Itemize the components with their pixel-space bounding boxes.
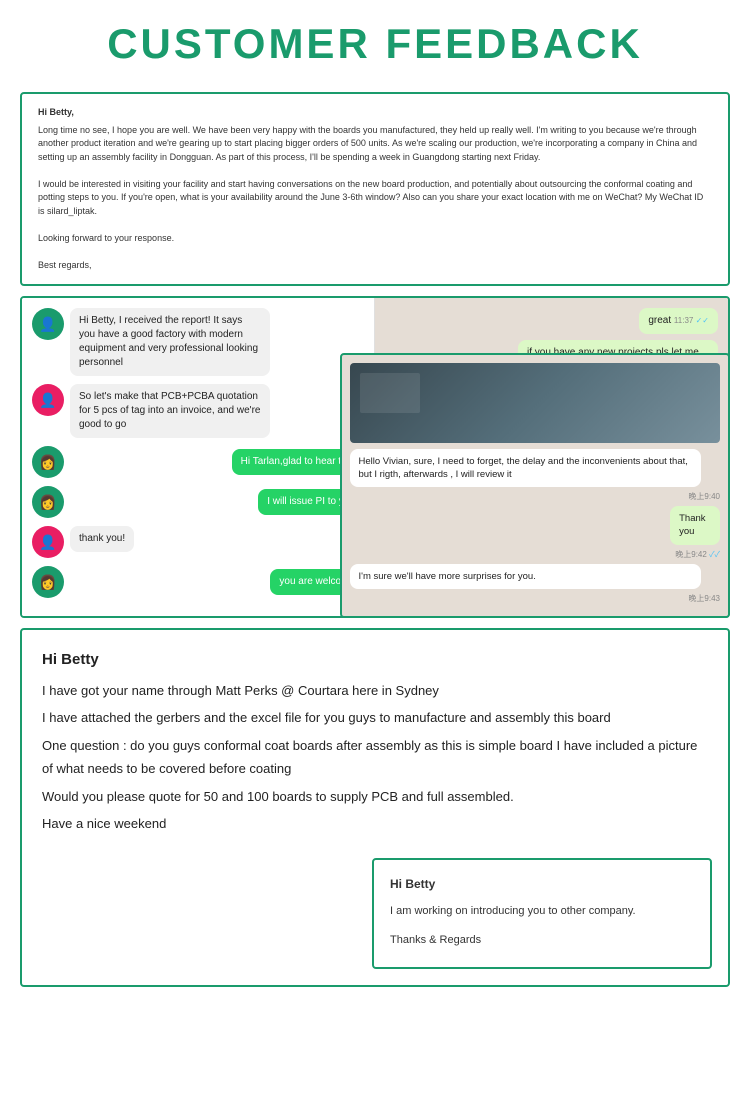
avatar-2: 👤 bbox=[32, 384, 64, 416]
small-card-line3: Thanks & Regards bbox=[390, 931, 694, 950]
vivian-time-2: 晚上9:42 ✓✓ bbox=[675, 549, 720, 560]
avatar-3: 👩 bbox=[32, 446, 64, 478]
email2-line5: Would you please quote for 50 and 100 bo… bbox=[42, 785, 708, 808]
email2-line2: I have got your name through Matt Perks … bbox=[42, 679, 708, 702]
right-sent-1: great 11:37 ✓✓ bbox=[385, 308, 718, 334]
avatar-6: 👩 bbox=[32, 566, 64, 598]
small-card-line2: I am working on introducing you to other… bbox=[390, 902, 694, 921]
vivian-msg-2: I'm sure we'll have more surprises for y… bbox=[350, 564, 721, 604]
chat-received-2: 👤 So let's make that PCB+PCBA quotation … bbox=[32, 384, 364, 438]
chat-bubble-2: So let's make that PCB+PCBA quotation fo… bbox=[70, 384, 270, 438]
chat-sent-3: Hi Tarlan,glad to hear that 👩 bbox=[32, 446, 364, 478]
small-card: Hi Betty I am working on introducing you… bbox=[372, 858, 712, 970]
chat-left-panel: 👤 Hi Betty, I received the report! It sa… bbox=[22, 298, 375, 616]
chat-bubble-5: thank you! bbox=[70, 526, 134, 552]
right-bubble-1: great 11:37 ✓✓ bbox=[639, 308, 718, 334]
email2-line4: One question : do you guys conformal coa… bbox=[42, 734, 708, 781]
email2-line6: Have a nice weekend bbox=[42, 812, 708, 835]
email1-body1: Long time no see, I hope you are well. W… bbox=[38, 124, 712, 165]
vivian-time-1: 晚上9:40 bbox=[350, 491, 721, 502]
email-card-1: Hi Betty, Long time no see, I hope you a… bbox=[20, 92, 730, 286]
chat-bubble-1: Hi Betty, I received the report! It says… bbox=[70, 308, 270, 376]
email2-line3: I have attached the gerbers and the exce… bbox=[42, 706, 708, 729]
chat-received-1: 👤 Hi Betty, I received the report! It sa… bbox=[32, 308, 364, 376]
vivian-msg-1: Hello Vivian, sure, I need to forget, th… bbox=[350, 449, 721, 503]
email1-salutation: Hi Betty, bbox=[38, 106, 712, 120]
chat-sent-4: I will issue PI to you 👩 bbox=[32, 486, 364, 518]
small-card-line1: Hi Betty bbox=[390, 874, 694, 894]
avatar-4: 👩 bbox=[32, 486, 64, 518]
right-time-1: 11:37 ✓✓ bbox=[674, 316, 709, 325]
avatar-1: 👤 bbox=[32, 308, 64, 340]
vivian-sent-1: Thank you 晚上9:42 ✓✓ bbox=[350, 506, 721, 560]
vivian-bubble-3: I'm sure we'll have more surprises for y… bbox=[350, 564, 702, 589]
vivian-time-3: 晚上9:43 bbox=[350, 593, 721, 604]
page-title: CUSTOMER FEEDBACK bbox=[20, 20, 730, 68]
vivian-bubble-1: Hello Vivian, sure, I need to forget, th… bbox=[350, 449, 702, 488]
email-card-2: Hi Betty I have got your name through Ma… bbox=[20, 628, 730, 987]
email1-body2: I would be interested in visiting your f… bbox=[38, 178, 712, 219]
vivian-chat-overlay: Hello Vivian, sure, I need to forget, th… bbox=[340, 353, 731, 618]
email2-line1: Hi Betty bbox=[42, 646, 708, 673]
avatar-5: 👤 bbox=[32, 526, 64, 558]
chat-section: 👤 Hi Betty, I received the report! It sa… bbox=[20, 296, 730, 618]
email1-body3: Looking forward to your response. bbox=[38, 232, 712, 246]
factory-image bbox=[350, 363, 721, 443]
chat-sent-6: you are welcome 👩 bbox=[32, 566, 364, 598]
vivian-bubble-2: Thank you bbox=[670, 506, 720, 545]
chat-received-5: 👤 thank you! bbox=[32, 526, 364, 558]
email1-closing: Best regards, bbox=[38, 259, 712, 273]
